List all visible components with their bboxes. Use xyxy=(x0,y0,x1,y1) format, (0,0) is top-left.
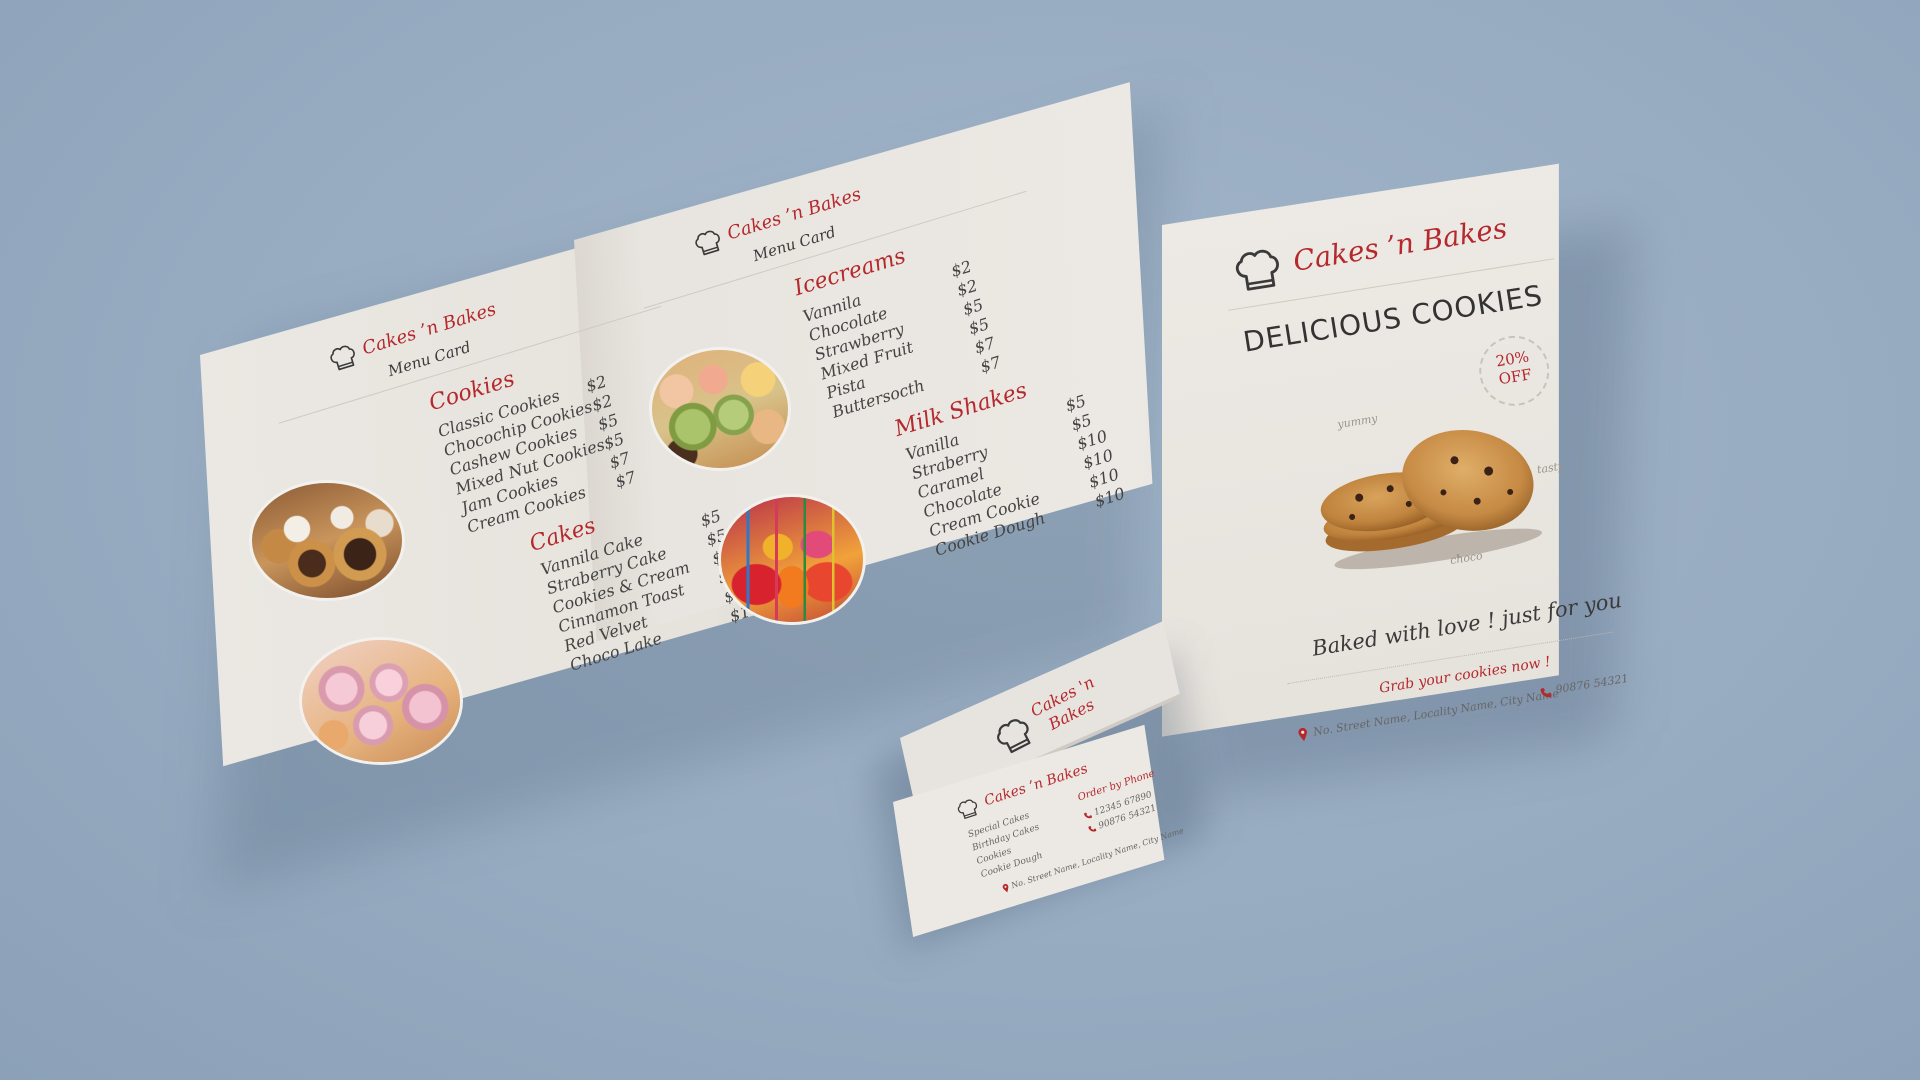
location-pin-icon xyxy=(1001,883,1011,895)
chef-hat-icon xyxy=(325,341,361,375)
location-pin-icon xyxy=(1297,727,1310,744)
icecream-prices: $2 $2 $5 $5 $7 $7 xyxy=(949,257,1004,378)
icecream-photo xyxy=(652,350,788,468)
card-services: Special Cakes Birthday Cakes Cookies Coo… xyxy=(966,807,1050,882)
flyer-brand: Cakes ’n Bakes xyxy=(1290,211,1510,278)
phone-icon xyxy=(1083,810,1093,820)
milkshake-photo xyxy=(721,497,863,622)
cupcakes-photo xyxy=(302,640,460,762)
cookies-photo xyxy=(252,483,402,598)
discount-badge: 20% OFF xyxy=(1474,330,1555,411)
phone-icon xyxy=(1087,823,1097,833)
chef-hat-icon xyxy=(690,226,726,260)
price: $7 xyxy=(613,467,639,492)
chef-hat-icon xyxy=(1229,245,1287,297)
chef-hat-icon xyxy=(954,796,983,822)
icecream-list: Vannila Chocolate Strawberry Mixed Fruit… xyxy=(801,280,928,423)
phone-icon xyxy=(1539,686,1553,700)
price: $7 xyxy=(978,352,1004,377)
flyer-content: Cakes ’n Bakes DELICIOUS COOKIES 20% OFF… xyxy=(1195,169,1649,722)
flyer-tagline: Baked with love ! just for you xyxy=(1310,588,1624,661)
